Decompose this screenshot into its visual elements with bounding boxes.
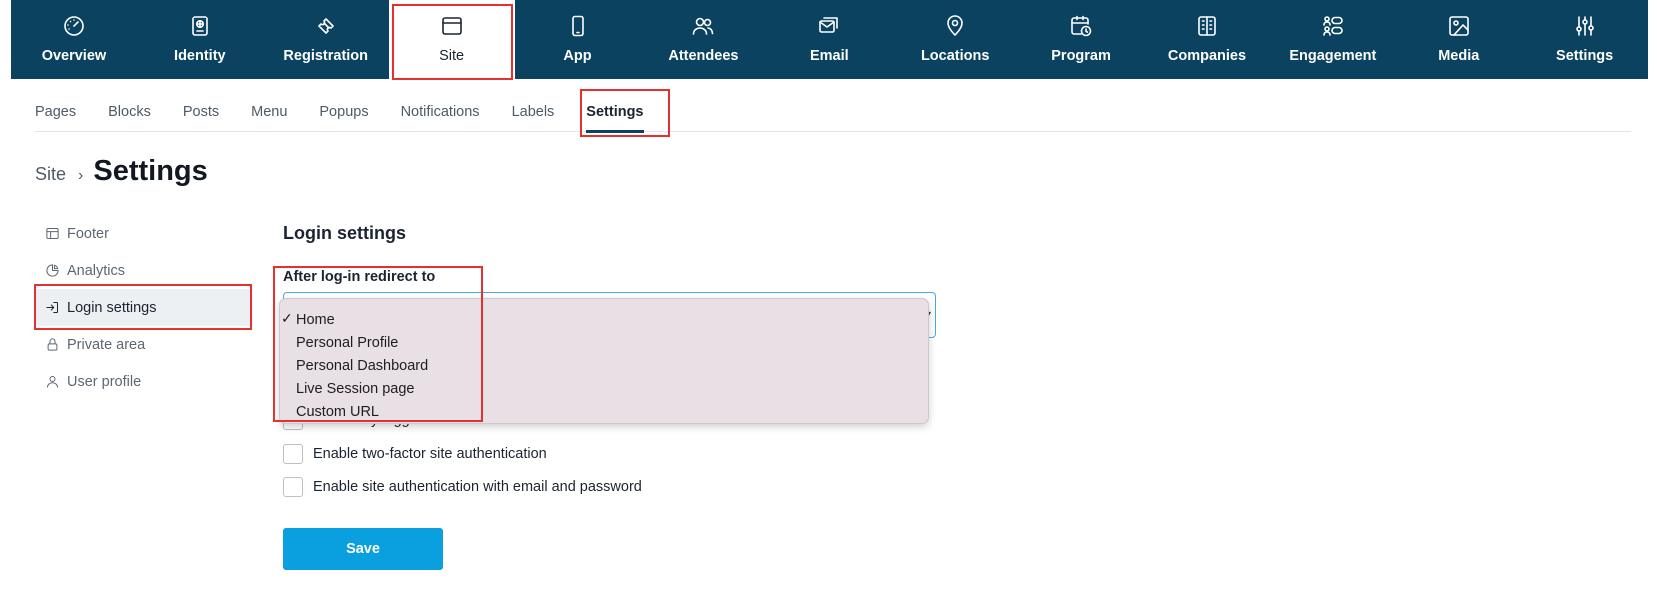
subtab-posts[interactable]: Posts [183, 92, 219, 132]
side-item-login-settings[interactable]: Login settings [35, 289, 251, 326]
settings-side-menu: Footer Analytics Login settings Private … [35, 215, 251, 400]
subtab-blocks[interactable]: Blocks [108, 92, 151, 132]
tab-label: Attendees [668, 48, 739, 64]
side-item-label: Private area [67, 336, 146, 353]
side-item-label: Login settings [67, 299, 157, 316]
tab-label: Locations [920, 48, 990, 64]
top-nav: Overview Identity Registration Site App … [11, 0, 1648, 79]
tab-label: Media [1438, 48, 1480, 64]
tab-label: Email [809, 48, 849, 64]
subtab-notifications[interactable]: Notifications [401, 92, 480, 132]
tab-label: Settings [1556, 48, 1614, 64]
tab-program[interactable]: Program [1018, 0, 1144, 79]
save-button[interactable]: Save [283, 528, 443, 570]
calendar-clock-icon [1068, 13, 1094, 39]
subtab-popups[interactable]: Popups [319, 92, 368, 132]
checkmark-icon: ✓ [281, 310, 293, 326]
user-icon [43, 373, 61, 391]
gauge-icon [61, 13, 87, 39]
tab-site[interactable]: Site [388, 0, 515, 79]
tab-companies[interactable]: Companies [1144, 0, 1270, 79]
users-icon [690, 13, 716, 39]
tab-overview[interactable]: Overview [11, 0, 137, 79]
subtab-menu[interactable]: Menu [251, 92, 287, 132]
subtab-pages[interactable]: Pages [35, 92, 76, 132]
sliders-icon [1572, 13, 1598, 39]
tab-app[interactable]: App [515, 0, 641, 79]
section-title: Login settings [283, 223, 406, 243]
tab-email[interactable]: Email [766, 0, 892, 79]
tab-label: Engagement [1289, 48, 1377, 64]
redirect-field-label: After log-in redirect to [283, 269, 436, 285]
checkbox-row-two-factor[interactable]: Enable two-factor site authentication [283, 444, 547, 464]
checkbox-label: Enable two-factor site authentication [313, 446, 547, 462]
option-label: Personal Dashboard [296, 357, 429, 374]
redirect-dropdown-menu: ✓ Home Personal Profile Personal Dashboa… [279, 298, 929, 424]
tab-label: Identity [174, 48, 226, 64]
lock-icon [43, 336, 61, 354]
tab-label: Overview [41, 48, 107, 64]
side-item-label: User profile [67, 373, 142, 390]
tab-registration[interactable]: Registration [263, 0, 389, 79]
tab-settings[interactable]: Settings [1522, 0, 1648, 79]
subtab-settings[interactable]: Settings [586, 92, 644, 133]
side-item-private-area[interactable]: Private area [35, 326, 251, 363]
smartphone-icon [565, 13, 591, 39]
mail-icon [816, 13, 842, 39]
side-item-footer[interactable]: Footer [35, 215, 251, 252]
dropdown-option-personal-dashboard[interactable]: Personal Dashboard [280, 354, 928, 377]
pie-chart-icon [43, 262, 61, 280]
dropdown-option-custom-url[interactable]: Custom URL [280, 400, 928, 423]
side-item-analytics[interactable]: Analytics [35, 252, 251, 289]
engagement-icon [1320, 13, 1346, 39]
tab-media[interactable]: Media [1396, 0, 1522, 79]
checkbox[interactable] [283, 477, 303, 497]
login-icon [43, 299, 61, 317]
sub-nav: Pages Blocks Posts Menu Popups Notificat… [35, 92, 1631, 133]
checkbox-label: Enable site authentication with email an… [313, 479, 642, 495]
option-label: Live Session page [296, 380, 415, 397]
dropdown-option-home[interactable]: ✓ Home [280, 308, 928, 331]
breadcrumb: Site › Settings [35, 155, 208, 188]
tab-label: Program [1051, 48, 1111, 64]
browser-window-icon [439, 13, 465, 39]
checkbox[interactable] [283, 444, 303, 464]
dropdown-option-personal-profile[interactable]: Personal Profile [280, 331, 928, 354]
option-label: Personal Profile [296, 334, 399, 351]
tab-engagement[interactable]: Engagement [1270, 0, 1396, 79]
tab-label: App [563, 48, 592, 64]
tab-label: Site [439, 48, 465, 64]
checkbox-row-email-password[interactable]: Enable site authentication with email an… [283, 477, 642, 497]
page-title: Settings [93, 155, 208, 187]
building-icon [1194, 13, 1220, 39]
tab-locations[interactable]: Locations [892, 0, 1018, 79]
side-item-label: Footer [67, 225, 109, 242]
breadcrumb-separator-icon: › [78, 167, 84, 184]
tab-label: Companies [1167, 48, 1247, 64]
app-frame: Overview Identity Registration Site App … [11, 0, 1648, 614]
option-label: Home [296, 311, 335, 328]
tab-attendees[interactable]: Attendees [640, 0, 766, 79]
layout-icon [43, 225, 61, 243]
dropdown-option-live-session[interactable]: Live Session page [280, 377, 928, 400]
image-icon [1446, 13, 1472, 39]
subtab-labels[interactable]: Labels [512, 92, 555, 132]
map-pin-icon [942, 13, 968, 39]
tab-identity[interactable]: Identity [137, 0, 263, 79]
ticket-icon [313, 13, 339, 39]
breadcrumb-parent[interactable]: Site [35, 164, 66, 185]
id-badge-icon [187, 13, 213, 39]
side-item-label: Analytics [67, 262, 126, 279]
side-item-user-profile[interactable]: User profile [35, 363, 251, 400]
tab-label: Registration [283, 48, 369, 64]
option-label: Custom URL [296, 403, 379, 420]
